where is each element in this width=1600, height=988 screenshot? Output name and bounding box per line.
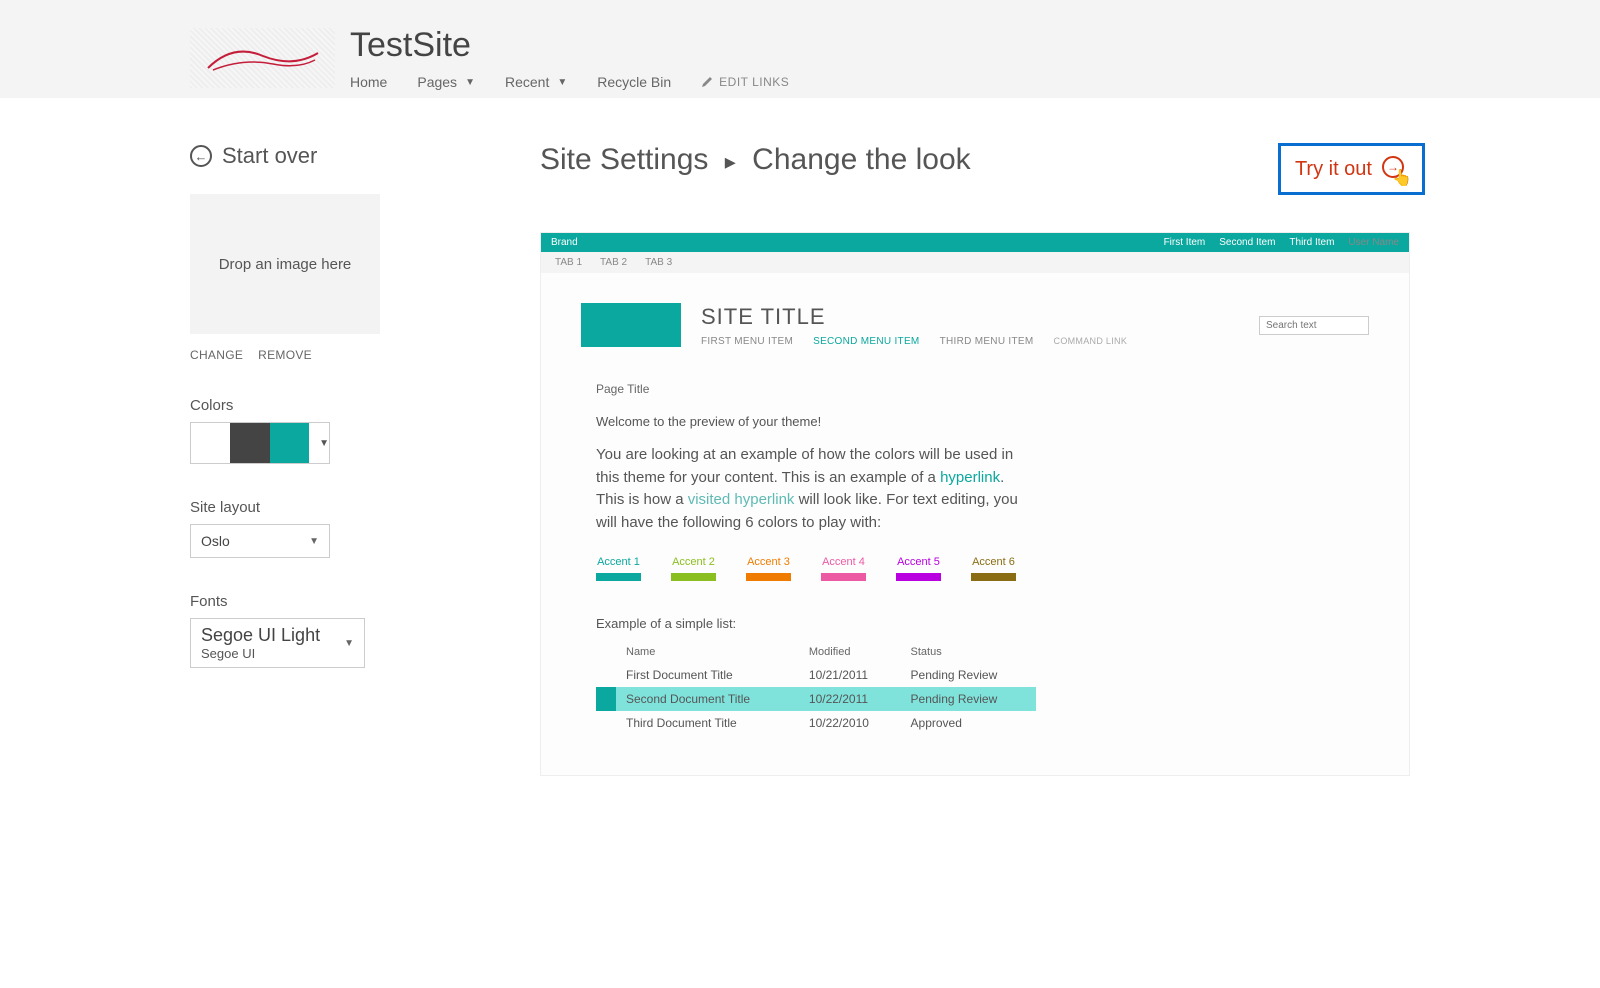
font-select[interactable]: Segoe UI Light Segoe UI ▼ bbox=[190, 618, 365, 668]
preview-menu-third[interactable]: THIRD MENU ITEM bbox=[940, 336, 1034, 347]
font-primary: Segoe UI Light bbox=[201, 625, 320, 646]
accent-bar bbox=[671, 573, 716, 581]
table-row[interactable]: Second Document Title10/22/2011Pending R… bbox=[596, 687, 1036, 711]
layout-select[interactable]: Oslo ▼ bbox=[190, 524, 330, 558]
chevron-down-icon: ▼ bbox=[319, 438, 329, 449]
nav-recent[interactable]: Recent ▼ bbox=[505, 74, 567, 90]
car-logo-icon bbox=[203, 38, 323, 78]
accent-bar bbox=[971, 573, 1016, 581]
preview-visited-link[interactable]: visited hyperlink bbox=[688, 491, 795, 508]
preview-search-input[interactable] bbox=[1259, 316, 1369, 335]
nav-recent-label: Recent bbox=[505, 74, 549, 90]
preview-top-item[interactable]: Second Item bbox=[1219, 237, 1275, 248]
remove-image-button[interactable]: REMOVE bbox=[258, 348, 312, 362]
preview-username[interactable]: User Name bbox=[1348, 237, 1399, 248]
accent-bar bbox=[746, 573, 791, 581]
change-image-button[interactable]: CHANGE bbox=[190, 348, 243, 362]
cursor-pointer-icon: 👆 bbox=[1392, 168, 1412, 188]
preview-paragraph: You are looking at an example of how the… bbox=[596, 444, 1026, 534]
preview-tab[interactable]: TAB 3 bbox=[645, 257, 672, 268]
color-swatch-3 bbox=[270, 423, 309, 463]
accent-swatch: Accent 2 bbox=[671, 556, 716, 581]
accent-label: Accent 6 bbox=[972, 556, 1015, 568]
accent-label: Accent 3 bbox=[747, 556, 790, 568]
chevron-down-icon: ▼ bbox=[557, 77, 567, 88]
accent-swatch: Accent 6 bbox=[971, 556, 1016, 581]
accent-swatch: Accent 5 bbox=[896, 556, 941, 581]
accent-label: Accent 1 bbox=[597, 556, 640, 568]
top-nav: Home Pages ▼ Recent ▼ Recycle Bin EDIT L… bbox=[350, 74, 789, 90]
accent-bar bbox=[821, 573, 866, 581]
sidebar: ← Start over Drop an image here CHANGE R… bbox=[190, 143, 490, 776]
preview-menu-first[interactable]: FIRST MENU ITEM bbox=[701, 336, 793, 347]
colors-label: Colors bbox=[190, 397, 490, 414]
preview-menu-second[interactable]: SECOND MENU ITEM bbox=[813, 336, 919, 347]
preview-welcome: Welcome to the preview of your theme! bbox=[596, 414, 1354, 429]
preview-page-title: Page Title bbox=[596, 382, 1354, 396]
chevron-down-icon: ▼ bbox=[309, 536, 319, 547]
preview-hyperlink[interactable]: hyperlink bbox=[940, 469, 1000, 486]
chevron-down-icon: ▼ bbox=[465, 77, 475, 88]
content-area: Site Settings ▸ Change the look Try it o… bbox=[540, 143, 1410, 776]
nav-home[interactable]: Home bbox=[350, 74, 387, 90]
site-logo[interactable] bbox=[190, 28, 335, 88]
site-title[interactable]: TestSite bbox=[350, 28, 789, 62]
start-over-link[interactable]: ← Start over bbox=[190, 143, 490, 169]
edit-links-button[interactable]: EDIT LINKS bbox=[701, 75, 789, 89]
layout-value: Oslo bbox=[201, 533, 230, 549]
drop-text: Drop an image here bbox=[219, 256, 352, 273]
preview-header: SITE TITLE FIRST MENU ITEM SECOND MENU I… bbox=[541, 273, 1409, 357]
color-picker[interactable]: ▼ bbox=[190, 422, 330, 464]
col-modified: Modified bbox=[799, 641, 901, 663]
preview-topbar: Brand First Item Second Item Third Item … bbox=[541, 233, 1409, 252]
color-swatch-1 bbox=[191, 423, 230, 463]
layout-label: Site layout bbox=[190, 499, 490, 516]
preview-table: Name Modified Status First Document Titl… bbox=[596, 641, 1036, 735]
font-secondary: Segoe UI bbox=[201, 646, 320, 661]
nav-pages-label: Pages bbox=[417, 74, 457, 90]
preview-tab[interactable]: TAB 2 bbox=[600, 257, 627, 268]
nav-pages[interactable]: Pages ▼ bbox=[417, 74, 475, 90]
breadcrumb-current: Change the look bbox=[752, 143, 971, 176]
preview-top-item[interactable]: Third Item bbox=[1289, 237, 1334, 248]
color-swatch-2 bbox=[230, 423, 269, 463]
accent-label: Accent 2 bbox=[672, 556, 715, 568]
accent-label: Accent 4 bbox=[822, 556, 865, 568]
try-it-out-label: Try it out bbox=[1295, 158, 1372, 181]
nav-recycle[interactable]: Recycle Bin bbox=[597, 74, 671, 90]
col-name: Name bbox=[616, 641, 799, 663]
accent-swatch: Accent 4 bbox=[821, 556, 866, 581]
accent-bar bbox=[896, 573, 941, 581]
accent-label: Accent 5 bbox=[897, 556, 940, 568]
theme-preview: Brand First Item Second Item Third Item … bbox=[540, 232, 1410, 776]
pencil-icon bbox=[701, 76, 713, 88]
list-title: Example of a simple list: bbox=[596, 616, 1354, 631]
preview-site-title: SITE TITLE bbox=[701, 304, 1239, 330]
preview-command-link[interactable]: COMMAND LINK bbox=[1054, 336, 1128, 347]
preview-brand[interactable]: Brand bbox=[551, 237, 578, 248]
preview-top-item[interactable]: First Item bbox=[1164, 237, 1206, 248]
chevron-down-icon: ▼ bbox=[344, 638, 354, 649]
preview-logo-swatch bbox=[581, 303, 681, 347]
preview-tab[interactable]: TAB 1 bbox=[555, 257, 582, 268]
accent-bar bbox=[596, 573, 641, 581]
preview-tabs: TAB 1 TAB 2 TAB 3 bbox=[541, 252, 1409, 273]
image-drop-area[interactable]: Drop an image here bbox=[190, 194, 380, 334]
back-arrow-icon: ← bbox=[190, 145, 212, 167]
accent-swatch: Accent 1 bbox=[596, 556, 641, 581]
start-over-label: Start over bbox=[222, 143, 317, 169]
col-status: Status bbox=[901, 641, 1036, 663]
table-row[interactable]: First Document Title10/21/2011Pending Re… bbox=[596, 663, 1036, 687]
edit-links-label: EDIT LINKS bbox=[719, 75, 789, 89]
accent-swatch: Accent 3 bbox=[746, 556, 791, 581]
table-row[interactable]: Third Document Title10/22/2010Approved bbox=[596, 711, 1036, 735]
top-header: TestSite Home Pages ▼ Recent ▼ Recycle B… bbox=[0, 0, 1600, 98]
fonts-label: Fonts bbox=[190, 593, 490, 610]
breadcrumb-separator-icon: ▸ bbox=[725, 149, 736, 174]
accent-list: Accent 1 Accent 2 Accent 3 Accent 4 Accent 5… bbox=[596, 556, 1354, 581]
try-it-out-button[interactable]: Try it out → 👆 bbox=[1278, 143, 1425, 195]
breadcrumb-parent[interactable]: Site Settings bbox=[540, 143, 708, 176]
